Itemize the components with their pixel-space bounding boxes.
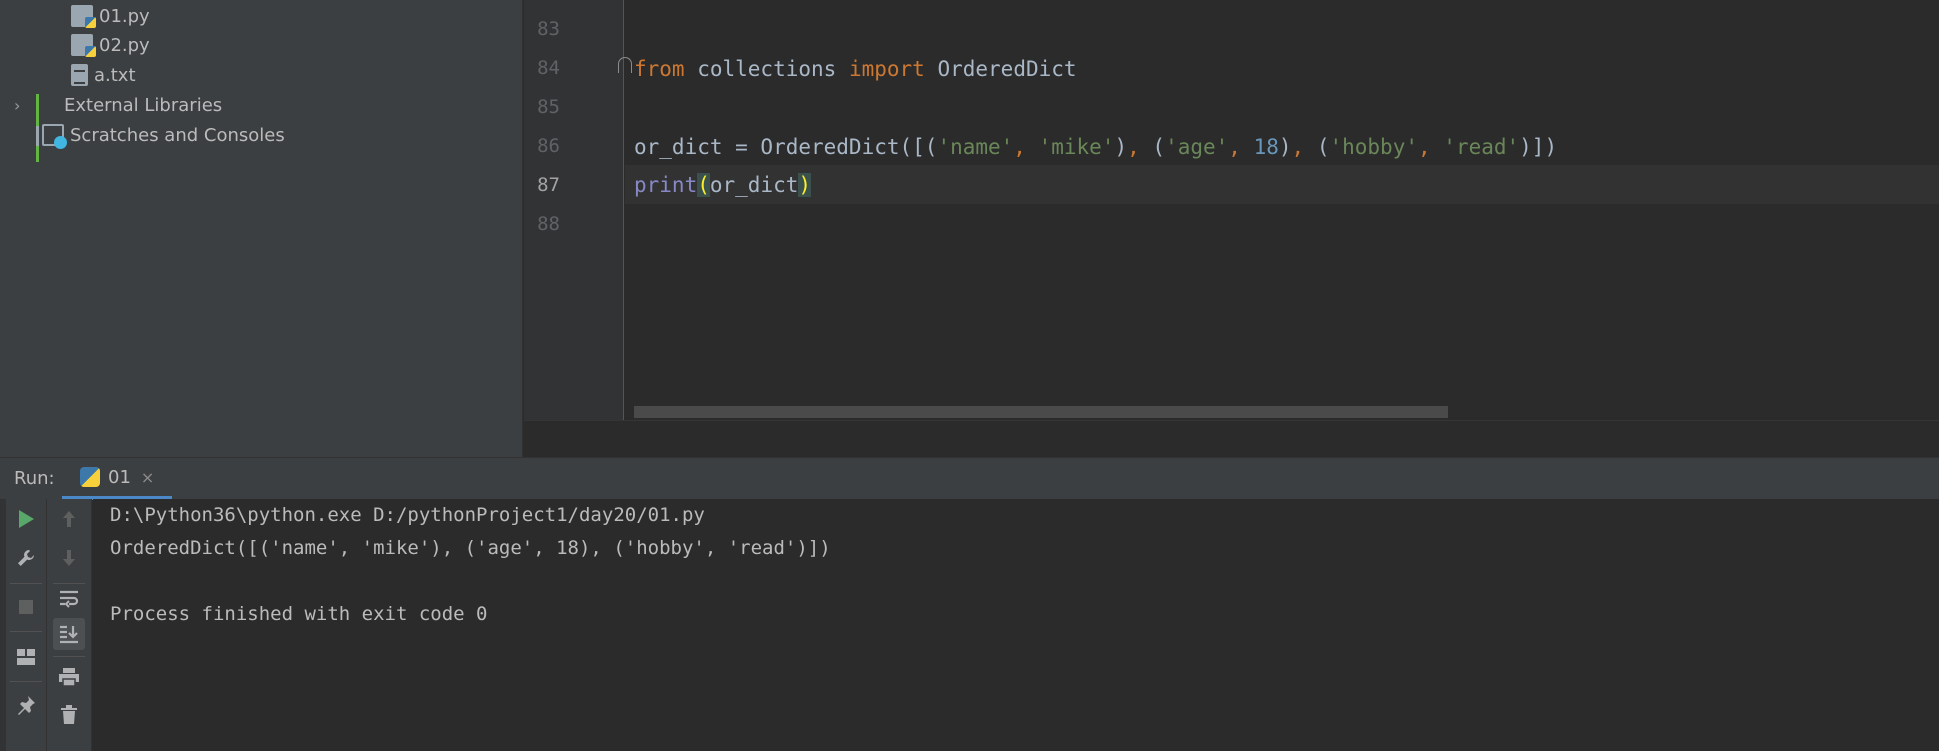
comma-token: ,	[1127, 134, 1153, 159]
tree-item-01-py[interactable]: 01.py	[71, 1, 150, 31]
libraries-icon	[36, 94, 58, 162]
identifier-token: or_dict	[709, 172, 799, 197]
console-line: OrderedDict([('name', 'mike'), ('age', 1…	[110, 537, 831, 559]
python-file-icon	[71, 34, 96, 57]
comma-token: ,	[1418, 134, 1444, 159]
run-label: Run:	[14, 468, 55, 489]
string-token: 'name'	[937, 134, 1014, 159]
code-token: )	[1114, 134, 1128, 159]
comma-token: ,	[1291, 134, 1317, 159]
code-token: )])	[1519, 134, 1558, 159]
fold-marker-icon[interactable]	[618, 57, 632, 73]
python-file-icon	[71, 5, 96, 28]
play-icon[interactable]	[10, 503, 42, 535]
run-tool-window-header: Run: 01 ×	[0, 457, 1939, 500]
horizontal-scrollbar[interactable]	[634, 406, 1448, 418]
tree-item-02-py[interactable]: 02.py	[71, 30, 150, 60]
current-line-highlight	[625, 165, 1939, 204]
run-toolbar-secondary	[47, 499, 92, 751]
line-number-current: 87	[537, 174, 560, 196]
tree-item-label: Scratches and Consoles	[70, 124, 285, 146]
arrow-down-icon[interactable]	[53, 542, 85, 574]
soft-wrap-icon[interactable]	[53, 583, 85, 615]
keyword-token: from	[634, 56, 685, 81]
tree-item-external-libraries[interactable]: › External Libraries	[14, 90, 223, 162]
run-console-output[interactable]: D:\Python36\python.exe D:/pythonProject1…	[93, 499, 1939, 751]
run-tab-label: 01	[108, 466, 131, 488]
code-line-87[interactable]: print(or_dict)	[634, 165, 812, 204]
scratches-icon	[42, 124, 67, 149]
tree-item-label: 01.py	[99, 5, 150, 27]
identifier-token: OrderedDict	[924, 56, 1077, 81]
line-number: 85	[537, 96, 560, 118]
line-number: 83	[537, 18, 560, 40]
tree-item-a-txt[interactable]: a.txt	[71, 60, 136, 90]
code-token: )	[1278, 134, 1292, 159]
tree-item-scratches[interactable]: Scratches and Consoles	[42, 120, 285, 150]
text-file-icon	[71, 64, 88, 86]
console-line: Process finished with exit code 0	[110, 603, 488, 625]
identifier-token: collections	[684, 56, 849, 81]
tree-item-label: a.txt	[94, 64, 136, 86]
builtin-token: print	[634, 172, 698, 197]
line-number-gutter: 83 84 85 86 87 88	[524, 0, 624, 420]
scroll-to-end-icon[interactable]	[53, 618, 85, 650]
string-token: 'age'	[1165, 134, 1229, 159]
line-number: 86	[537, 135, 560, 157]
run-tab-01[interactable]: 01 ×	[62, 458, 172, 500]
string-token: 'hobby'	[1329, 134, 1418, 159]
string-token: 'read'	[1443, 134, 1520, 159]
number-token: 18	[1253, 134, 1279, 159]
code-token: (	[1316, 134, 1330, 159]
console-line: D:\Python36\python.exe D:/pythonProject1…	[110, 504, 705, 526]
tree-item-label: 02.py	[99, 34, 150, 56]
code-editor[interactable]: 83 84 85 86 87 88 from collections impor…	[524, 0, 1939, 457]
close-icon[interactable]: ×	[141, 468, 154, 487]
layout-icon[interactable]	[10, 641, 42, 673]
chevron-right-icon[interactable]: ›	[14, 96, 30, 115]
string-token: 'mike'	[1038, 134, 1115, 159]
tree-item-label: External Libraries	[64, 94, 223, 116]
comma-token: ,	[1228, 134, 1254, 159]
keyword-token: import	[848, 56, 925, 81]
project-tree-pane: 01.py 02.py a.txt › External Libraries S…	[0, 0, 523, 457]
run-toolbar-primary	[6, 499, 47, 751]
python-icon	[80, 467, 100, 487]
matched-brace: )	[798, 172, 812, 197]
code-token: (	[1152, 134, 1166, 159]
arrow-up-icon[interactable]	[53, 503, 85, 535]
matched-brace: (	[697, 172, 710, 197]
pin-icon[interactable]	[10, 689, 42, 721]
line-number: 88	[537, 213, 560, 235]
code-line-84[interactable]: from collections import OrderedDict	[634, 49, 1077, 88]
comma-token: ,	[1013, 134, 1039, 159]
code-line-86[interactable]: or_dict = OrderedDict([('name', 'mike'),…	[634, 127, 1557, 166]
trash-icon[interactable]	[53, 699, 85, 731]
editor-bottom-strip	[524, 420, 1939, 457]
print-icon[interactable]	[53, 661, 85, 693]
code-token: or_dict = OrderedDict([(	[634, 134, 938, 159]
stop-icon[interactable]	[10, 591, 42, 623]
wrench-icon[interactable]	[10, 542, 42, 574]
line-number: 84	[537, 57, 560, 79]
